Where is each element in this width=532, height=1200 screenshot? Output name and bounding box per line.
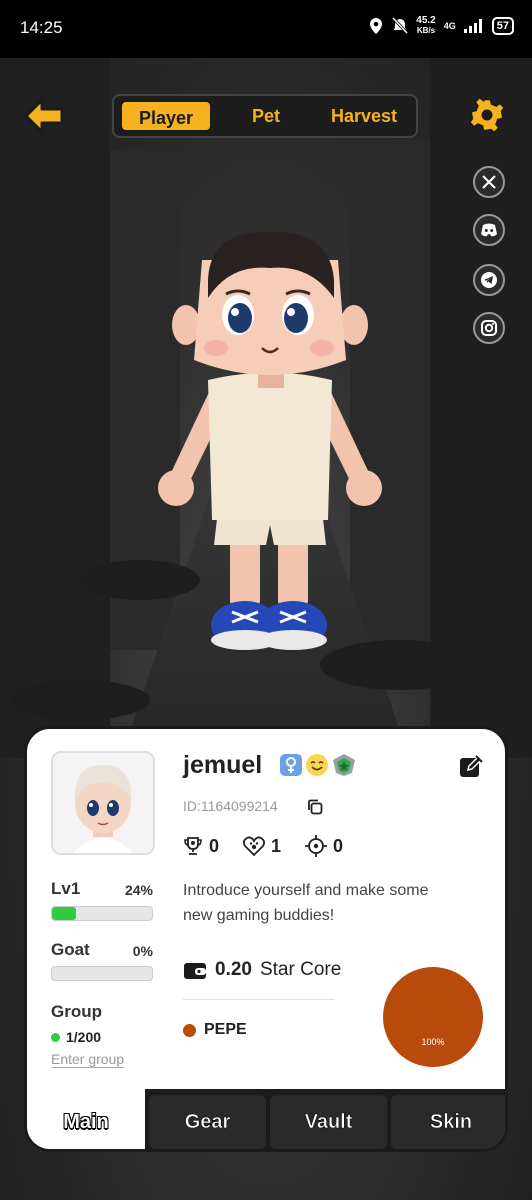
wallet-amount: 0.20 xyxy=(215,959,252,980)
tab-harvest[interactable]: Harvest xyxy=(314,100,414,132)
target-stat: 0 xyxy=(305,835,343,857)
x-button[interactable] xyxy=(473,166,505,198)
gear-icon xyxy=(468,96,506,134)
network-speed-value: 45.2 xyxy=(416,15,436,26)
copy-icon xyxy=(308,799,323,815)
goat-percent: 0% xyxy=(132,943,153,959)
wallet-balance: 0.20 Star Core xyxy=(183,959,341,981)
wallet-icon xyxy=(184,963,206,979)
group-label: Group xyxy=(51,1002,102,1021)
tab-main[interactable]: Main xyxy=(27,1089,145,1149)
telegram-button[interactable] xyxy=(473,264,505,296)
level-progress-fill xyxy=(52,907,76,920)
username: jemuel xyxy=(183,751,263,779)
arrow-left-icon xyxy=(24,98,64,134)
legend-label: PEPE xyxy=(204,1021,247,1038)
copy-id-button[interactable] xyxy=(307,799,323,815)
trophy-stat: 0 xyxy=(183,835,219,857)
bio-text[interactable]: Introduce yourself and make some new gam… xyxy=(183,878,443,928)
avatar-image xyxy=(73,765,133,853)
profile-card: jemuel ID:1164099214 0 1 0 Introduce you… xyxy=(24,726,508,1152)
background-building xyxy=(0,58,110,758)
tab-gear[interactable]: Gear xyxy=(149,1095,266,1149)
user-id: ID:1164099214 xyxy=(183,798,278,814)
instagram-icon xyxy=(481,320,497,336)
crosshair-icon xyxy=(305,835,328,857)
legend-color-swatch xyxy=(183,1023,196,1037)
pet-count: 1 xyxy=(271,835,282,856)
location-icon xyxy=(370,18,383,34)
discord-icon xyxy=(481,223,497,237)
level-progress-bar xyxy=(51,906,153,921)
wallet-currency: Star Core xyxy=(259,959,342,980)
smile-emoji-icon xyxy=(306,754,328,776)
pet-stat: 1 xyxy=(243,835,281,857)
avatar xyxy=(51,751,155,855)
tab-player[interactable]: Player xyxy=(120,100,212,132)
top-tab-bar: Player Pet Harvest xyxy=(112,94,418,138)
bottom-tab-bar: Main Gear Vault Skin xyxy=(27,1089,505,1149)
discord-button[interactable] xyxy=(473,214,505,246)
back-button[interactable] xyxy=(22,96,66,136)
telegram-icon xyxy=(481,272,497,288)
goat-label: Goat xyxy=(51,940,90,959)
network-speed: 45.2 KB/s xyxy=(416,16,435,36)
tab-vault[interactable]: Vault xyxy=(270,1095,387,1149)
status-bar: 14:25 45.2 KB/s 4G 57 xyxy=(0,0,532,58)
stats-row: 0 1 0 xyxy=(183,835,343,857)
pie-slice-pepe xyxy=(383,967,483,1067)
rank-badge-icon xyxy=(333,754,355,776)
edit-profile-button[interactable] xyxy=(459,755,483,779)
target-count: 0 xyxy=(333,835,344,856)
gender-badge-icon xyxy=(280,754,302,776)
holdings-pie-chart: 100% xyxy=(383,967,483,1067)
pie-slice-label: 100% xyxy=(421,1037,444,1047)
player-character xyxy=(158,231,382,650)
chart-legend: PEPE xyxy=(183,1021,247,1039)
battery-indicator: 57 xyxy=(491,17,514,35)
paw-heart-icon xyxy=(243,836,266,856)
settings-button[interactable] xyxy=(468,96,506,134)
background-puddle xyxy=(10,680,150,720)
level-percent: 24% xyxy=(124,882,153,898)
trophy-icon xyxy=(184,837,202,855)
clock: 14:25 xyxy=(20,18,63,37)
group-member-count: 1/200 xyxy=(51,1029,101,1045)
signal-icon xyxy=(463,19,482,33)
badge-row xyxy=(279,753,357,777)
network-type: 4G xyxy=(443,21,456,31)
enter-group-link[interactable]: Enter group xyxy=(51,1051,125,1068)
divider xyxy=(183,999,335,1000)
online-dot xyxy=(51,1032,60,1042)
trophy-count: 0 xyxy=(209,835,220,856)
edit-icon xyxy=(460,755,483,777)
tab-skin[interactable]: Skin xyxy=(391,1095,505,1149)
mute-bell-icon xyxy=(392,17,409,35)
tab-pet[interactable]: Pet xyxy=(226,100,306,132)
goat-progress-bar xyxy=(51,966,153,981)
group-count-text: 1/200 xyxy=(66,1029,102,1045)
game-screen: 14:25 45.2 KB/s 4G 57 Player Pet Harvest xyxy=(0,0,532,1200)
level-label: Lv1 xyxy=(51,879,81,898)
x-icon xyxy=(482,175,496,189)
instagram-button[interactable] xyxy=(473,312,505,344)
network-speed-unit: KB/s xyxy=(416,26,436,35)
